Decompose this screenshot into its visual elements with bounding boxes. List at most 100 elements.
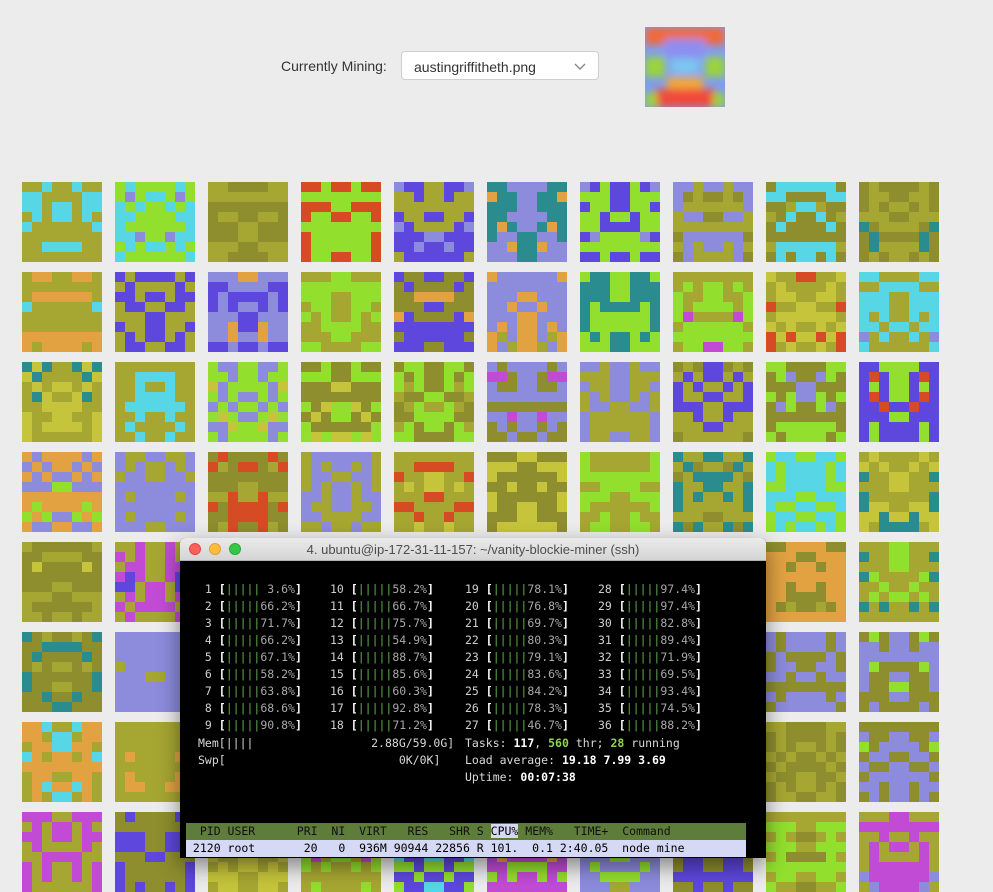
swap-meter: Swp[ 0K/0K] <box>198 753 441 767</box>
blockie-tile <box>208 452 288 532</box>
blockie-tile <box>301 182 381 262</box>
mem-meter: Mem[|||| 2.88G/59.0G] <box>198 736 455 750</box>
cpu-meter: 12 [|||||75.7%] <box>330 616 434 630</box>
cpu-meter: 13 [|||||54.9%] <box>330 633 434 647</box>
blockie-tile <box>115 362 195 442</box>
blockie-tile <box>394 182 474 262</box>
cpu-meter: 1 [||||| 3.6%] <box>198 582 302 596</box>
blockie-tile <box>487 452 567 532</box>
blockie-tile <box>208 362 288 442</box>
blockie-tile <box>859 542 939 622</box>
blockie-tile <box>580 452 660 532</box>
blockie-tile <box>859 272 939 352</box>
blockie-tile <box>22 812 102 892</box>
blockie-tile <box>859 722 939 802</box>
cpu-meter: 27 [|||||46.7%] <box>465 718 569 732</box>
cpu-meter: 17 [|||||92.8%] <box>330 701 434 715</box>
cpu-meter: 21 [|||||69.7%] <box>465 616 569 630</box>
blockie-tile <box>766 362 846 442</box>
blockie-tile <box>22 722 102 802</box>
process-row[interactable]: 2146 root 20 0 934M 88736 22928 R 101. 0… <box>186 857 746 858</box>
cpu-meter: 31 [|||||89.4%] <box>598 633 702 647</box>
blockie-tile <box>487 272 567 352</box>
blockie-tile <box>487 182 567 262</box>
blockie-tile <box>580 272 660 352</box>
cpu-meter: 35 [|||||74.5%] <box>598 701 702 715</box>
blockie-tile <box>115 272 195 352</box>
blockie-tile <box>22 182 102 262</box>
selected-file-value: austingriffitheth.png <box>414 59 536 75</box>
blockie-tile <box>301 362 381 442</box>
terminal-titlebar[interactable]: 4. ubuntu@ip-172-31-11-157: ~/vanity-blo… <box>180 538 766 561</box>
cpu-meter: 11 [|||||66.7%] <box>330 599 434 613</box>
cpu-meter: 25 [|||||84.2%] <box>465 684 569 698</box>
blockie-tile <box>394 272 474 352</box>
cpu-meter: 10 [|||||58.2%] <box>330 582 434 596</box>
cpu-meter: 4 [|||||66.2%] <box>198 633 302 647</box>
cpu-meter: 7 [|||||63.8%] <box>198 684 302 698</box>
blockie-tile <box>115 182 195 262</box>
blockie-tile <box>22 452 102 532</box>
cpu-meter: 33 [|||||69.5%] <box>598 667 702 681</box>
cpu-meter: 18 [|||||71.2%] <box>330 718 434 732</box>
blockie-tile <box>22 542 102 622</box>
blockie-tile <box>859 452 939 532</box>
cpu-meter: 22 [|||||80.3%] <box>465 633 569 647</box>
process-table-header: PID USER PRI NI VIRT RES SHR S CPU% MEM%… <box>186 823 746 840</box>
cpu-meter: 15 [|||||85.6%] <box>330 667 434 681</box>
blockie-tile <box>208 272 288 352</box>
cpu-meter: 20 [|||||76.8%] <box>465 599 569 613</box>
blockie-tile <box>766 542 846 622</box>
blockie-tile <box>766 722 846 802</box>
tasks-summary: Tasks: 117, 560 thr; 28 running <box>465 736 680 750</box>
target-blockie-preview <box>645 27 725 107</box>
cpu-meter: 28 [|||||97.4%] <box>598 582 702 596</box>
blockie-tile <box>766 452 846 532</box>
blockie-tile <box>22 632 102 712</box>
blockie-tile <box>766 272 846 352</box>
mining-header: Currently Mining: austingriffitheth.png <box>0 0 993 140</box>
cpu-meter: 2 [|||||66.2%] <box>198 599 302 613</box>
blockie-tile <box>22 362 102 442</box>
cpu-meter: 34 [|||||93.4%] <box>598 684 702 698</box>
blockie-tile <box>673 362 753 442</box>
blockie-tile <box>22 272 102 352</box>
cpu-meter: 36 [|||||88.2%] <box>598 718 702 732</box>
cpu-meter: 30 [|||||82.8%] <box>598 616 702 630</box>
chevron-down-icon <box>574 63 586 70</box>
terminal-title: 4. ubuntu@ip-172-31-11-157: ~/vanity-blo… <box>306 542 640 557</box>
cpu-meter: 14 [|||||88.7%] <box>330 650 434 664</box>
blockie-tile <box>115 452 195 532</box>
cpu-meter: 5 [|||||67.1%] <box>198 650 302 664</box>
cpu-meter: 24 [|||||83.6%] <box>465 667 569 681</box>
blockie-tile <box>766 632 846 712</box>
blockie-tile <box>487 362 567 442</box>
load-average: Load average: 19.18 7.99 3.69 <box>465 753 666 767</box>
blockie-tile <box>673 452 753 532</box>
blockie-tile <box>580 362 660 442</box>
blockie-tile <box>208 182 288 262</box>
blockie-tile <box>766 182 846 262</box>
blockie-tile <box>859 362 939 442</box>
blockie-tile <box>301 452 381 532</box>
blockie-tile <box>859 632 939 712</box>
blockie-tile <box>394 362 474 442</box>
cpu-meter: 29 [|||||97.4%] <box>598 599 702 613</box>
cpu-meter: 19 [|||||78.1%] <box>465 582 569 596</box>
currently-mining-label: Currently Mining: <box>281 58 387 74</box>
cpu-meter: 26 [|||||78.3%] <box>465 701 569 715</box>
cpu-meter: 23 [|||||79.1%] <box>465 650 569 664</box>
blockie-tile <box>766 812 846 892</box>
terminal-window[interactable]: 4. ubuntu@ip-172-31-11-157: ~/vanity-blo… <box>180 538 766 858</box>
cpu-meter: 8 [|||||68.6%] <box>198 701 302 715</box>
cpu-meter: 6 [|||||58.2%] <box>198 667 302 681</box>
process-row[interactable]: 2120 root 20 0 936M 90944 22856 R 101. 0… <box>186 840 746 857</box>
cpu-meter: 32 [|||||71.9%] <box>598 650 702 664</box>
blockie-tile <box>580 182 660 262</box>
blockie-tile <box>859 812 939 892</box>
blockie-tile <box>673 272 753 352</box>
cpu-meter: 16 [|||||60.3%] <box>330 684 434 698</box>
mining-file-select[interactable]: austingriffitheth.png <box>401 51 599 80</box>
uptime: Uptime: 00:07:38 <box>465 770 576 784</box>
blockie-tile <box>394 452 474 532</box>
